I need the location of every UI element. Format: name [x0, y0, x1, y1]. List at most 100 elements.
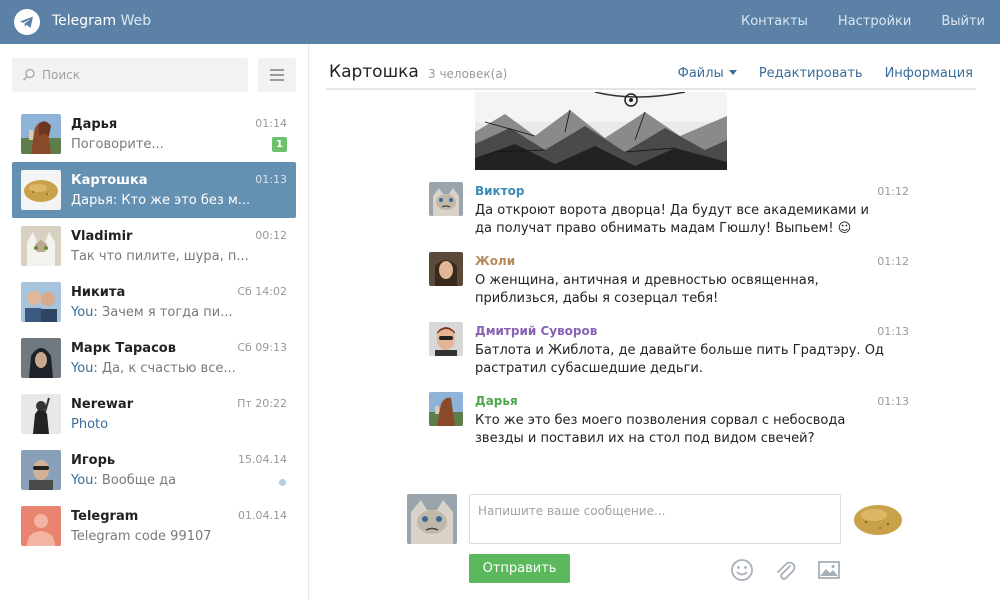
menu-icon	[270, 74, 284, 76]
message-author[interactable]: Виктор	[475, 184, 525, 198]
search-icon	[22, 68, 35, 81]
avatar[interactable]	[429, 182, 463, 216]
smile-icon[interactable]	[730, 558, 754, 582]
dialog-preview: You: Да, к счастью все...	[71, 361, 251, 376]
dialog-name: Игорь	[71, 453, 116, 468]
files-label: Файлы	[677, 66, 724, 81]
dialog-item[interactable]: Nerewar Пт 20:22 Photo	[12, 386, 296, 442]
dialog-name: Никита	[71, 285, 126, 300]
dialog-preview: Photo	[71, 417, 109, 432]
dialog-time: 01:13	[255, 173, 287, 186]
dialog-name: Марк Тарасов	[71, 341, 176, 356]
message-author[interactable]: Дарья	[475, 394, 518, 408]
dialog-time: Пт 20:22	[237, 397, 287, 410]
message-author[interactable]: Жоли	[475, 254, 515, 268]
avatar	[21, 338, 61, 378]
nav-logout[interactable]: Выйти	[941, 14, 985, 29]
sidebar: Дарья 01:14 Поговорите... 1 Картошка 01:…	[0, 44, 309, 600]
dialog-item[interactable]: Марк Тарасов Сб 09:13 You: Да, к счастью…	[12, 330, 296, 386]
you-label: You:	[71, 361, 98, 376]
paperclip-icon[interactable]	[773, 558, 797, 582]
dialog-preview: Дарья: Кто же это без м...	[71, 193, 251, 208]
unread-badge: 1	[272, 137, 287, 152]
you-label: You:	[71, 305, 98, 320]
nav-settings[interactable]: Настройки	[838, 14, 911, 29]
message-text: О женщина, античная и древностью освящен…	[475, 273, 819, 306]
dialog-list: Дарья 01:14 Поговорите... 1 Картошка 01:…	[12, 106, 296, 554]
dialog-time: 15.04.14	[238, 453, 287, 466]
unread-dot	[279, 479, 286, 486]
chat-header: Картошка 3 человек(а) Файлы Редактироват…	[326, 44, 976, 90]
nav-contacts[interactable]: Контакты	[741, 14, 808, 29]
chat-actions: Файлы Редактировать Информация	[678, 66, 973, 81]
message-time: 01:13	[877, 395, 909, 408]
avatar[interactable]	[429, 322, 463, 356]
menu-icon	[270, 69, 284, 71]
dialog-time: 01.04.14	[238, 509, 287, 522]
message-text: Кто же это без моего позволения сорвал с…	[475, 413, 846, 446]
dialog-preview: Поговорите...	[71, 137, 164, 152]
avatar	[21, 282, 61, 322]
image-icon[interactable]	[817, 558, 841, 582]
dialog-name: Vladimir	[71, 229, 133, 244]
dialog-preview-text: Да, к счастью все...	[97, 361, 236, 376]
dialog-name: Дарья	[71, 117, 118, 132]
telegram-logo-icon[interactable]	[14, 9, 40, 35]
dialog-preview-text: Зачем я тогда пи...	[97, 305, 233, 320]
message-author[interactable]: Дмитрий Суворов	[475, 324, 597, 338]
menu-button[interactable]	[258, 58, 296, 92]
message-input[interactable]	[469, 494, 841, 544]
chevron-down-icon	[728, 70, 737, 75]
dialog-time: 00:12	[255, 229, 287, 242]
dialog-name: Nerewar	[71, 397, 134, 412]
message-time: 01:12	[877, 255, 909, 268]
message: Жоли 01:12 О женщина, античная и древнос…	[429, 252, 909, 322]
avatar	[21, 506, 61, 546]
dialog-item-active[interactable]: Картошка 01:13 Дарья: Кто же это без м..…	[12, 162, 296, 218]
dialog-preview: Так что пилите, шура, п...	[71, 249, 249, 264]
dialog-preview-text: Вообще да	[97, 473, 177, 488]
dialog-preview: You: Зачем я тогда пи...	[71, 305, 251, 320]
info-link[interactable]: Информация	[885, 66, 973, 81]
top-header: Telegram Web Контакты Настройки Выйти	[0, 0, 1000, 44]
message: Виктор 01:12 Да откроют ворота дворца! Д…	[429, 182, 909, 252]
files-dropdown[interactable]: Файлы	[678, 66, 737, 81]
dialog-time: Сб 14:02	[237, 285, 287, 298]
search-input[interactable]	[42, 58, 242, 92]
search-box[interactable]	[12, 58, 248, 92]
dialog-time: 01:14	[255, 117, 287, 130]
app-title-sub: Web	[116, 13, 152, 29]
dialog-item[interactable]: Vladimir 00:12 Так что пилите, шура, п..…	[12, 218, 296, 274]
message-history[interactable]: Виктор 01:12 Да откроют ворота дворца! Д…	[326, 92, 976, 512]
dialog-name: Telegram	[71, 509, 139, 524]
message-text: Батлота и Жиблота, де давайте больше пит…	[475, 343, 884, 376]
my-avatar[interactable]	[407, 494, 457, 544]
message-text: Да откроют ворота дворца! Да будут все а…	[475, 203, 869, 236]
avatar[interactable]	[429, 392, 463, 426]
message: Дмитрий Суворов 01:13 Батлота и Жиблота,…	[429, 322, 909, 392]
peer-avatar[interactable]	[852, 500, 904, 538]
dialog-preview: You: Вообще да	[71, 473, 251, 488]
app-title-main: Telegram	[52, 13, 117, 29]
send-button[interactable]: Отправить	[469, 554, 570, 583]
top-nav: Контакты Настройки Выйти	[741, 14, 985, 29]
photo-message[interactable]	[475, 92, 727, 170]
avatar	[21, 450, 61, 490]
message-time: 01:12	[877, 185, 909, 198]
message: Дарья 01:13 Кто же это без моего позволе…	[429, 392, 909, 462]
edit-link[interactable]: Редактировать	[759, 66, 863, 81]
dialog-item[interactable]: Никита Сб 14:02 You: Зачем я тогда пи...	[12, 274, 296, 330]
dialog-item[interactable]: Игорь 15.04.14 You: Вообще да	[12, 442, 296, 498]
avatar	[21, 394, 61, 434]
dialog-item[interactable]: Дарья 01:14 Поговорите... 1	[12, 106, 296, 162]
dialog-item[interactable]: Telegram 01.04.14 Telegram code 99107	[12, 498, 296, 554]
avatar	[21, 114, 61, 154]
chat-members-count: 3 человек(а)	[428, 67, 508, 81]
dialog-name: Картошка	[71, 173, 148, 188]
message-time: 01:13	[877, 325, 909, 338]
you-label: You:	[71, 473, 98, 488]
dialog-preview: Telegram code 99107	[71, 529, 212, 544]
chat-title[interactable]: Картошка	[329, 62, 419, 82]
avatar[interactable]	[429, 252, 463, 286]
app-title: Telegram Web	[52, 13, 151, 29]
